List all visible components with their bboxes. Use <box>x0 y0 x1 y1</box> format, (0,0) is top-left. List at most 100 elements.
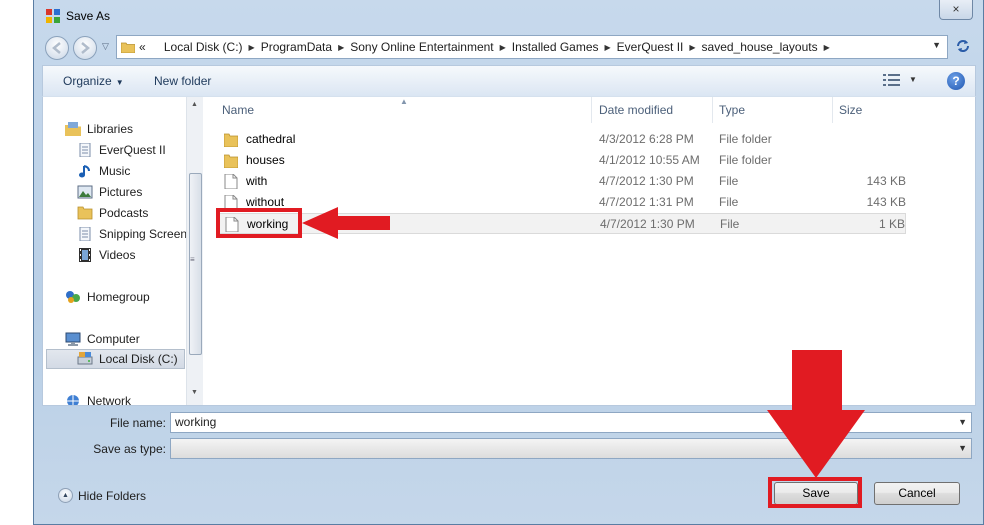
file-icon <box>224 174 238 189</box>
breadcrumb: « ▶ Local Disk (C:) ▶ ProgramData ▶ Sony… <box>139 36 836 58</box>
organize-button[interactable]: Organize ▼ <box>63 74 124 88</box>
file-type: File folder <box>719 132 772 146</box>
nav-item-label: Videos <box>99 248 136 262</box>
nav-item-label: Snipping Screens <box>99 227 194 241</box>
breadcrumb-overflow[interactable]: « <box>139 40 146 54</box>
recent-pages-dropdown[interactable]: ▽ <box>102 41 109 52</box>
breadcrumb-arrow-icon[interactable]: ▶ <box>500 43 506 52</box>
drive-icon <box>77 352 93 365</box>
chevron-down-icon[interactable]: ▼ <box>958 413 967 432</box>
window-title: Save As <box>66 9 111 23</box>
file-size <box>826 150 906 171</box>
breadcrumb-arrow-icon[interactable]: ▶ <box>824 43 830 52</box>
back-button[interactable] <box>45 36 69 60</box>
refresh-button[interactable] <box>952 37 974 59</box>
file-row[interactable]: houses 4/1/2012 10:55 AM File folder <box>216 150 906 171</box>
file-size: 143 KB <box>866 195 906 209</box>
chevron-down-icon[interactable]: ▼ <box>958 439 967 458</box>
nav-item-snipping-screens[interactable]: Snipping Screens <box>77 224 193 244</box>
cancel-button[interactable]: Cancel <box>874 482 960 505</box>
breadcrumb-arrow-icon[interactable]: ▶ <box>338 43 344 52</box>
organize-label: Organize <box>63 74 112 88</box>
nav-item-label: EverQuest II <box>99 143 166 157</box>
column-header-date[interactable]: Date modified <box>593 97 713 123</box>
help-icon[interactable]: ? <box>947 72 965 90</box>
file-date: 4/7/2012 1:31 PM <box>599 195 694 209</box>
file-name: cathedral <box>246 132 296 146</box>
nav-item-network[interactable]: Network <box>65 391 131 405</box>
nav-item-label: Homegroup <box>87 290 150 304</box>
column-header-date-label: Date modified <box>599 103 674 117</box>
folder-icon <box>224 133 238 147</box>
nav-scrollbar[interactable]: ▲ ≡ ▼ <box>186 97 203 405</box>
music-icon <box>79 165 90 178</box>
nav-item-podcasts[interactable]: Podcasts <box>77 203 148 223</box>
libraries-icon <box>65 122 81 136</box>
file-name-value: working <box>175 415 217 429</box>
nav-item-everquest[interactable]: EverQuest II <box>77 140 166 160</box>
scroll-up-icon[interactable]: ▲ <box>191 101 198 108</box>
file-type: File <box>719 195 739 209</box>
breadcrumb-arrow-icon[interactable]: ▶ <box>689 43 695 52</box>
file-date: 4/7/2012 1:30 PM <box>599 174 694 188</box>
homegroup-icon <box>66 291 80 303</box>
breadcrumb-item[interactable]: Sony Online Entertainment <box>350 40 493 54</box>
breadcrumb-arrow-icon[interactable]: ▶ <box>249 43 255 52</box>
navigation-pane: Libraries EverQuest II Music Pictures Po… <box>43 97 203 405</box>
nav-item-label: Computer <box>87 332 140 346</box>
nav-item-libraries[interactable]: Libraries <box>65 119 133 139</box>
breadcrumb-item[interactable]: saved_house_layouts <box>702 40 818 54</box>
folder-icon <box>121 42 135 53</box>
pictures-icon <box>77 185 93 199</box>
breadcrumb-item[interactable]: Installed Games <box>512 40 599 54</box>
collapse-up-icon: ▲ <box>58 488 73 503</box>
file-size: 143 KB <box>866 174 906 188</box>
nav-item-label: Podcasts <box>99 206 149 220</box>
file-row[interactable]: with 4/7/2012 1:30 PM File 143 KB <box>216 171 906 192</box>
column-header-type[interactable]: Type <box>713 97 833 123</box>
forward-button[interactable] <box>73 36 97 60</box>
app-window-icon <box>46 9 60 23</box>
sort-ascending-icon: ▲ <box>400 97 408 106</box>
nav-item-homegroup[interactable]: Homegroup <box>65 287 150 307</box>
close-button[interactable]: × <box>939 0 973 20</box>
nav-item-local-disk[interactable]: Local Disk (C:) <box>46 349 185 369</box>
nav-item-videos[interactable]: Videos <box>77 245 135 265</box>
nav-item-label: Pictures <box>99 185 143 199</box>
nav-item-computer[interactable]: Computer <box>65 329 140 349</box>
nav-item-label: Libraries <box>87 122 134 136</box>
document-library-icon <box>79 227 91 241</box>
videos-icon <box>79 248 91 262</box>
new-folder-button[interactable]: New folder <box>154 74 211 88</box>
view-options-icon[interactable] <box>883 74 901 86</box>
breadcrumb-item[interactable]: EverQuest II <box>617 40 684 54</box>
file-name: with <box>246 174 268 188</box>
file-name: houses <box>246 153 285 167</box>
file-date: 4/7/2012 1:30 PM <box>600 217 695 231</box>
hide-folders-label: Hide Folders <box>78 488 147 503</box>
column-header-size-label: Size <box>839 103 863 117</box>
nav-item-music[interactable]: Music <box>77 161 130 181</box>
address-bar[interactable]: « ▶ Local Disk (C:) ▶ ProgramData ▶ Sony… <box>116 35 948 59</box>
folder-icon <box>224 154 238 168</box>
view-dropdown-icon[interactable]: ▼ <box>909 75 917 84</box>
breadcrumb-item[interactable]: Local Disk (C:) <box>164 40 243 54</box>
nav-item-label: Local Disk (C:) <box>99 352 178 366</box>
file-type: File <box>720 217 740 231</box>
forward-arrow-icon <box>81 42 90 54</box>
scroll-down-icon[interactable]: ▼ <box>191 389 198 396</box>
command-bar: Organize ▼ New folder ▼ ? <box>42 65 976 96</box>
nav-item-pictures[interactable]: Pictures <box>77 182 142 202</box>
computer-icon <box>65 332 81 346</box>
column-header-type-label: Type <box>719 103 746 117</box>
highlight-box-working <box>216 208 302 238</box>
scroll-thumb[interactable] <box>189 173 202 355</box>
address-dropdown-icon[interactable]: ▼ <box>932 40 941 50</box>
column-header-size[interactable]: Size <box>833 97 913 123</box>
breadcrumb-arrow-icon[interactable]: ▶ <box>605 43 611 52</box>
title-bar: Save As × <box>34 0 983 32</box>
breadcrumb-item[interactable]: ProgramData <box>261 40 332 54</box>
file-row[interactable]: cathedral 4/3/2012 6:28 PM File folder <box>216 129 906 150</box>
hide-folders-toggle[interactable]: ▲ Hide Folders <box>58 488 146 503</box>
file-name-label: File name: <box>109 416 166 430</box>
